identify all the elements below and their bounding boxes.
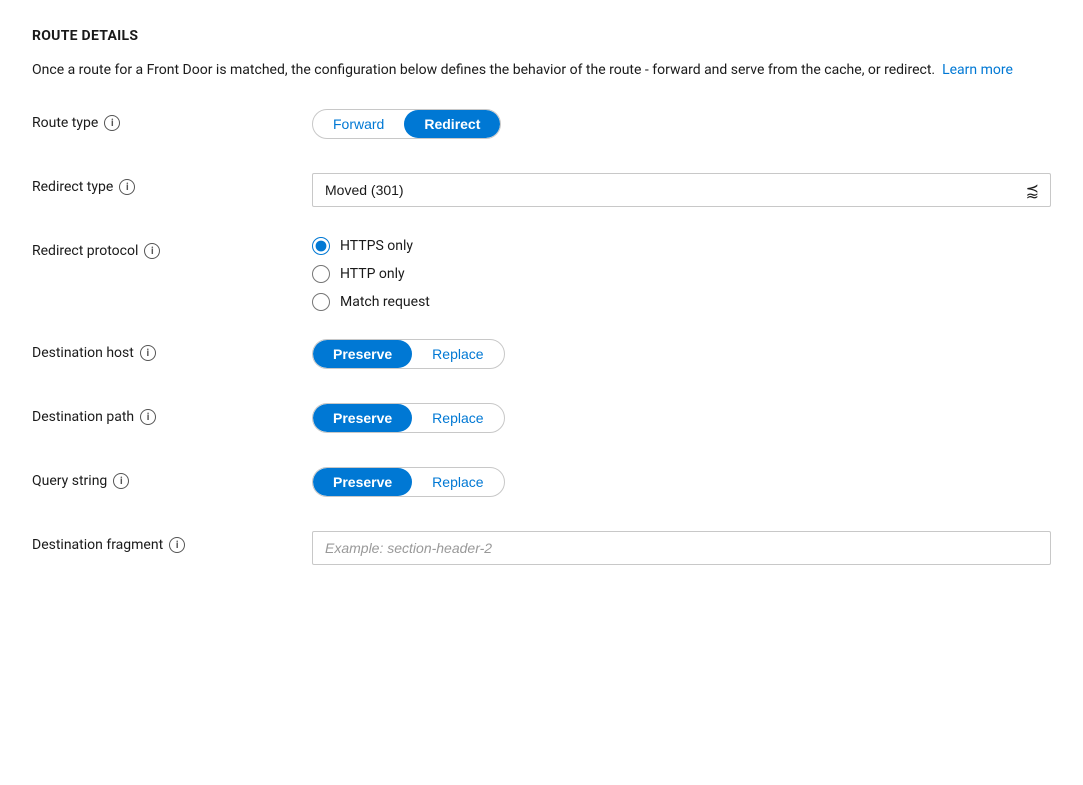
destination-fragment-row: Destination fragment i [32,531,1051,567]
destination-path-preserve-button[interactable]: Preserve [313,404,412,432]
redirect-type-label: Redirect type i [32,173,312,195]
radio-http-only[interactable]: HTTP only [312,265,1051,283]
destination-host-preserve-button[interactable]: Preserve [313,340,412,368]
redirect-protocol-control: HTTPS only HTTP only Match request [312,237,1051,311]
destination-host-row: Destination host i Preserve Replace [32,339,1051,375]
redirect-type-control: Moved (301) Found (302) Temporary Redire… [312,173,1051,207]
destination-fragment-control [312,531,1051,565]
destination-host-toggle-group: Preserve Replace [312,339,505,369]
destination-fragment-info-icon[interactable]: i [169,537,185,553]
query-string-row: Query string i Preserve Replace [32,467,1051,503]
description-text: Once a route for a Front Door is matched… [32,62,935,78]
destination-path-label: Destination path i [32,403,312,425]
query-string-label: Query string i [32,467,312,489]
radio-https-only[interactable]: HTTPS only [312,237,1051,255]
query-string-replace-button[interactable]: Replace [412,468,503,496]
query-string-toggle-group: Preserve Replace [312,467,505,497]
destination-host-label: Destination host i [32,339,312,361]
destination-fragment-input[interactable] [312,531,1051,565]
route-type-forward-button[interactable]: Forward [313,110,404,138]
route-type-info-icon[interactable]: i [104,115,120,131]
destination-path-row: Destination path i Preserve Replace [32,403,1051,439]
route-type-redirect-button[interactable]: Redirect [404,110,500,138]
page-description: Once a route for a Front Door is matched… [32,60,1051,81]
query-string-preserve-button[interactable]: Preserve [313,468,412,496]
redirect-type-select-wrapper: Moved (301) Found (302) Temporary Redire… [312,173,1051,207]
radio-https-only-label: HTTPS only [340,238,413,254]
page-title: ROUTE DETAILS [32,28,1051,44]
query-string-control: Preserve Replace [312,467,1051,497]
destination-path-control: Preserve Replace [312,403,1051,433]
redirect-protocol-radio-group: HTTPS only HTTP only Match request [312,237,1051,311]
radio-http-only-label: HTTP only [340,266,405,282]
destination-host-replace-button[interactable]: Replace [412,340,503,368]
destination-host-control: Preserve Replace [312,339,1051,369]
redirect-protocol-label: Redirect protocol i [32,237,312,259]
radio-match-request[interactable]: Match request [312,293,1051,311]
destination-fragment-label: Destination fragment i [32,531,312,553]
destination-path-replace-button[interactable]: Replace [412,404,503,432]
destination-path-info-icon[interactable]: i [140,409,156,425]
redirect-protocol-row: Redirect protocol i HTTPS only HTTP only… [32,237,1051,311]
radio-http-only-input[interactable] [312,265,330,283]
redirect-type-info-icon[interactable]: i [119,179,135,195]
destination-host-info-icon[interactable]: i [140,345,156,361]
redirect-type-row: Redirect type i Moved (301) Found (302) … [32,173,1051,209]
redirect-type-select[interactable]: Moved (301) Found (302) Temporary Redire… [312,173,1051,207]
radio-match-request-input[interactable] [312,293,330,311]
route-type-label: Route type i [32,109,312,131]
route-type-control: Forward Redirect [312,109,1051,139]
learn-more-link[interactable]: Learn more [942,62,1013,78]
radio-https-only-input[interactable] [312,237,330,255]
radio-match-request-label: Match request [340,294,430,310]
route-type-row: Route type i Forward Redirect [32,109,1051,145]
query-string-info-icon[interactable]: i [113,473,129,489]
destination-path-toggle-group: Preserve Replace [312,403,505,433]
route-type-toggle-group: Forward Redirect [312,109,501,139]
redirect-protocol-info-icon[interactable]: i [144,243,160,259]
